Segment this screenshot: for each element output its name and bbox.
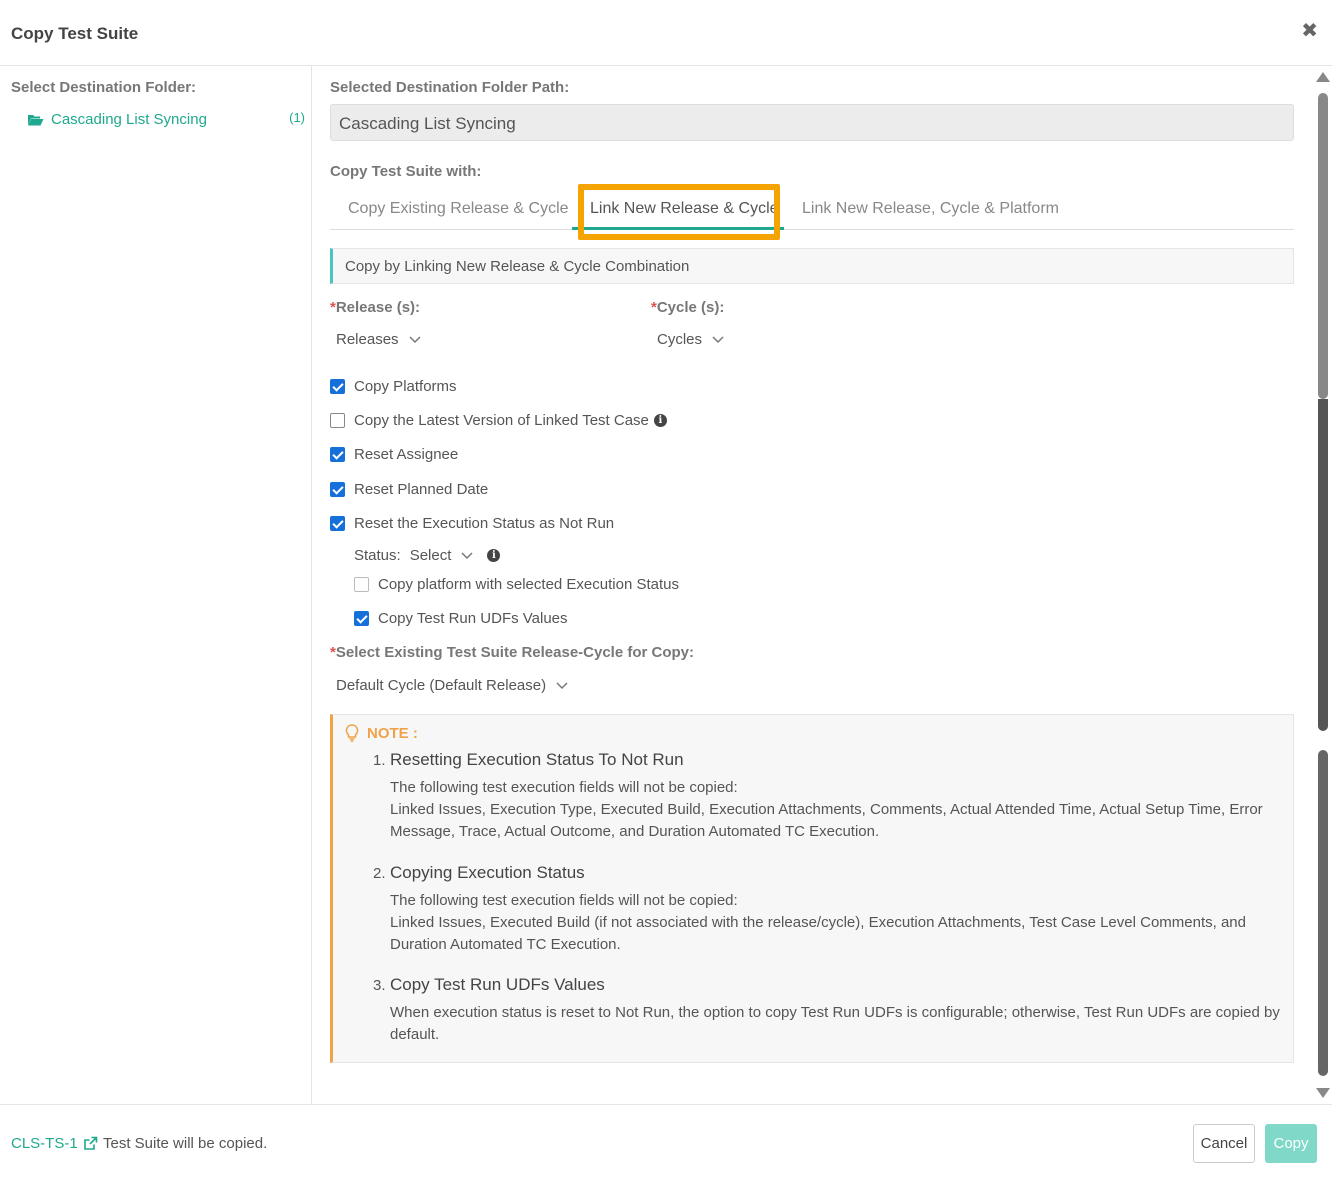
folder-name[interactable]: Cascading List Syncing [51, 111, 207, 128]
option-label: Copy the Latest Version of Linked Test C… [354, 412, 649, 429]
release-value: Releases [336, 331, 399, 348]
reset-assignee-checkbox[interactable] [330, 447, 345, 462]
option-copy-platform-status[interactable]: Copy platform with selected Execution St… [354, 576, 679, 593]
note-title: Copying Execution Status [390, 863, 585, 882]
lightbulb-icon [345, 724, 359, 742]
option-label: Copy platform with selected Execution St… [378, 576, 679, 593]
option-copy-platforms[interactable]: Copy Platforms [330, 378, 457, 395]
note-text: The following test execution fields will… [390, 892, 738, 909]
chevron-down-icon [461, 551, 473, 559]
copy-with-label: Copy Test Suite with: [330, 163, 482, 180]
release-label: *Release (s): [330, 299, 420, 316]
option-label: Copy Test Run UDFs Values [378, 610, 568, 627]
tab-link-new-release-cycle-platform[interactable]: Link New Release, Cycle & Platform [802, 200, 1059, 218]
dialog-header: Copy Test Suite ✖ [0, 0, 1332, 66]
option-copy-latest-version[interactable]: Copy the Latest Version of Linked Test C… [330, 412, 667, 429]
note-title: Copy Test Run UDFs Values [390, 975, 605, 994]
copy-udfs-checkbox[interactable] [354, 611, 369, 626]
option-label: Reset the Execution Status as Not Run [354, 515, 615, 532]
scroll-up-arrow-icon[interactable] [1316, 72, 1330, 82]
info-icon[interactable]: i [653, 414, 667, 427]
tab-highlight-box [578, 184, 780, 240]
release-label-text: Release (s): [335, 299, 421, 316]
external-link-icon [83, 1136, 97, 1150]
status-row: Status: Select i [354, 547, 501, 564]
path-field: Cascading List Syncing [330, 104, 1294, 141]
folder-count: (1) [289, 110, 305, 125]
destination-folder-label: Select Destination Folder: [11, 79, 197, 96]
option-copy-udfs[interactable]: Copy Test Run UDFs Values [354, 610, 568, 627]
status-label: Status: [354, 547, 401, 564]
folder-open-icon [28, 114, 44, 125]
cycle-dropdown[interactable]: Cycles [657, 331, 724, 348]
existing-value: Default Cycle (Default Release) [336, 677, 547, 694]
note-text: When execution status is reset to Not Ru… [390, 1004, 1280, 1043]
status-value: Select [409, 547, 452, 564]
note-number: 3. [373, 977, 386, 994]
reset-execution-status-checkbox[interactable] [330, 516, 345, 531]
note-number: 2. [373, 865, 386, 882]
option-reset-planned-date[interactable]: Reset Planned Date [330, 481, 488, 498]
dialog-footer: CLS-TS-1 Test Suite will be copied. Canc… [0, 1104, 1332, 1178]
chevron-down-icon [712, 335, 724, 343]
scrollbar-thumb-lower[interactable] [1318, 750, 1328, 1076]
scroll-down-arrow-icon[interactable] [1316, 1088, 1330, 1098]
chevron-down-icon [409, 335, 421, 343]
note-heading: NOTE : [345, 724, 418, 742]
copy-platforms-checkbox[interactable] [330, 379, 345, 394]
copy-mode-tabs: Copy Existing Release & Cycle Link New R… [330, 184, 1294, 240]
note-text: The following test execution fields will… [390, 779, 738, 796]
copy-platform-status-checkbox[interactable] [354, 577, 369, 592]
folder-item[interactable]: Cascading List Syncing (1) [27, 108, 307, 130]
note-title: Resetting Execution Status To Not Run [390, 750, 684, 769]
folder-sidebar: Select Destination Folder: Cascading Lis… [0, 66, 312, 1104]
existing-release-cycle-label: *Select Existing Test Suite Release-Cycl… [330, 644, 694, 661]
chevron-down-icon [556, 681, 568, 689]
note-number: 1. [373, 752, 386, 769]
path-label: Selected Destination Folder Path: [330, 79, 570, 96]
cancel-button[interactable]: Cancel [1193, 1124, 1255, 1163]
tab-copy-existing[interactable]: Copy Existing Release & Cycle [348, 200, 569, 218]
option-reset-assignee[interactable]: Reset Assignee [330, 446, 458, 463]
test-suite-link[interactable]: CLS-TS-1 [11, 1135, 98, 1152]
scrollbar[interactable] [1314, 66, 1332, 1104]
cycle-value: Cycles [657, 331, 703, 348]
scrollbar-thumb-dark[interactable] [1318, 399, 1328, 731]
release-dropdown[interactable]: Releases [336, 331, 421, 348]
footer-message: Test Suite will be copied. [103, 1135, 268, 1152]
cycle-label-text: Cycle (s): [656, 299, 725, 316]
scrollbar-thumb[interactable] [1318, 93, 1328, 399]
copy-button[interactable]: Copy [1265, 1124, 1317, 1163]
existing-release-cycle-dropdown[interactable]: Default Cycle (Default Release) [336, 677, 568, 694]
test-suite-id[interactable]: CLS-TS-1 [11, 1135, 78, 1152]
status-dropdown[interactable]: Select [410, 547, 474, 564]
close-icon[interactable]: ✖ [1301, 18, 1318, 43]
cycle-label: *Cycle (s): [651, 299, 724, 316]
note-box: NOTE : 1. Resetting Execution Status To … [330, 714, 1294, 1063]
option-label: Reset Assignee [354, 446, 459, 463]
option-label: Copy Platforms [354, 378, 457, 395]
dialog-title: Copy Test Suite [11, 24, 139, 43]
note-text: Linked Issues, Execution Type, Executed … [390, 801, 1263, 840]
note-heading-text: NOTE : [367, 724, 418, 742]
note-text: Linked Issues, Executed Build (if not as… [390, 914, 1246, 953]
option-label: Reset Planned Date [354, 481, 489, 498]
reset-planned-date-checkbox[interactable] [330, 482, 345, 497]
option-reset-execution-status[interactable]: Reset the Execution Status as Not Run [330, 515, 614, 532]
existing-label-text: Select Existing Test Suite Release-Cycle… [335, 644, 695, 661]
info-bar: Copy by Linking New Release & Cycle Comb… [330, 248, 1294, 284]
copy-latest-version-checkbox[interactable] [330, 413, 345, 428]
info-icon[interactable]: i [487, 549, 501, 562]
